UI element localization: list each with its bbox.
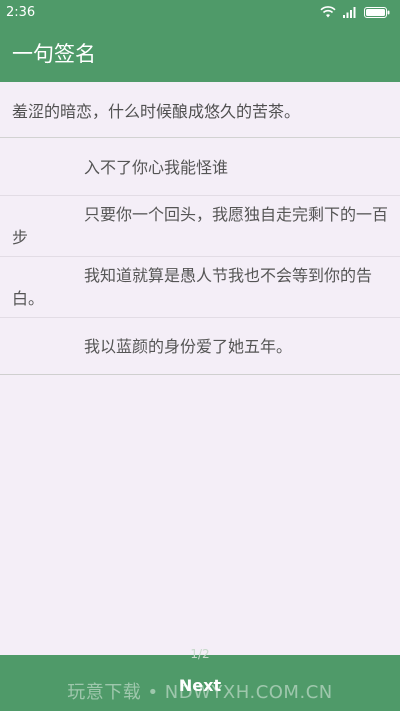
headline-signature: 羞涩的暗恋，什么时候酿成悠久的苦茶。 — [0, 82, 400, 138]
page-indicator: 1/2 — [190, 647, 210, 661]
list-item-text: 入不了你心我能怪谁 — [84, 157, 229, 177]
list-item[interactable]: 入不了你心我能怪谁 — [0, 139, 400, 196]
list-item[interactable]: 我以蓝颜的身份爱了她五年。 — [0, 318, 400, 375]
status-time: 2:36 — [6, 4, 36, 20]
signal-icon — [343, 7, 356, 18]
next-button[interactable]: Next — [150, 672, 250, 698]
battery-icon — [364, 6, 390, 18]
page-title: 一句签名 — [12, 42, 96, 66]
status-icons — [320, 6, 390, 18]
signature-list: 入不了你心我能怪谁 只要你一个回头，我愿独自走完剩下的一百步 我知道就算是愚人节… — [0, 139, 400, 375]
list-item-text: 我知道就算是愚人节我也不会等到你的告白。 — [12, 266, 373, 308]
list-item[interactable]: 只要你一个回头，我愿独自走完剩下的一百步 — [0, 196, 400, 257]
list-item-text: 只要你一个回头，我愿独自走完剩下的一百步 — [12, 205, 389, 247]
list-item[interactable]: 我知道就算是愚人节我也不会等到你的告白。 — [0, 257, 400, 318]
status-bar: 2:36 — [0, 0, 400, 24]
headline-text: 羞涩的暗恋，什么时候酿成悠久的苦茶。 — [12, 101, 301, 121]
app-bar: 一句签名 — [0, 24, 400, 82]
wifi-icon — [320, 6, 336, 18]
list-item-text: 我以蓝颜的身份爱了她五年。 — [84, 336, 293, 356]
